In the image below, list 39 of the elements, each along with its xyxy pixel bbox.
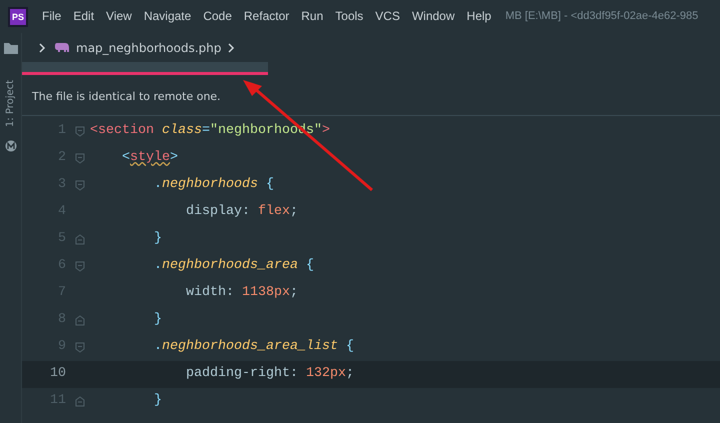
menu-item[interactable]: Refactor <box>238 0 296 33</box>
fold-marker-icon[interactable] <box>75 126 85 136</box>
line-number: 10 <box>49 365 67 383</box>
code-line: .neghborhoods_area_list { <box>152 338 354 356</box>
chevron-icon <box>38 42 46 52</box>
chevron-icon <box>227 42 236 52</box>
folder-icon[interactable] <box>4 42 18 54</box>
fold-marker-icon[interactable] <box>75 396 85 406</box>
menu-item[interactable]: Code <box>197 0 238 33</box>
code-line: width: 1138px; <box>184 284 298 302</box>
menu-item[interactable]: Window <box>406 0 461 33</box>
fold-marker-icon[interactable] <box>75 234 85 244</box>
menu-item[interactable]: Navigate <box>138 0 198 33</box>
elephant-icon <box>54 41 70 54</box>
code-line: padding-right: 132px; <box>184 365 354 383</box>
fold-marker-icon[interactable] <box>75 152 85 164</box>
m-circle-icon <box>4 140 16 152</box>
window-title: MB [E:\MB] - <dd3df95f-02ae-4e62-985 <box>505 9 698 24</box>
menu-item[interactable]: Tools <box>329 0 370 33</box>
code-line: <style> <box>120 149 178 167</box>
code-line: } <box>152 311 162 329</box>
menu-item[interactable]: VCS <box>369 0 406 33</box>
breadcrumb-file[interactable]: map_neghborhoods.php <box>76 38 222 56</box>
fold-marker-icon[interactable] <box>75 314 85 326</box>
code-line: display: flex; <box>184 203 298 221</box>
menu-item[interactable]: View <box>100 0 138 33</box>
menu-item[interactable]: Run <box>295 0 330 33</box>
app-logo: PS <box>8 6 28 26</box>
code-line: } <box>152 392 162 410</box>
fold-marker-icon[interactable] <box>75 180 85 190</box>
menu-item[interactable]: File <box>36 0 68 33</box>
project-tab[interactable]: 1: Project <box>4 70 18 136</box>
menu-item[interactable]: Help <box>460 0 498 33</box>
code-line: .neghborhoods { <box>152 176 274 194</box>
code-line: .neghborhoods_area { <box>152 257 314 275</box>
fold-marker-icon[interactable] <box>75 342 85 352</box>
fold-marker-icon[interactable] <box>75 260 85 272</box>
menu-item[interactable]: Edit <box>67 0 100 33</box>
code-line: } <box>152 230 162 248</box>
